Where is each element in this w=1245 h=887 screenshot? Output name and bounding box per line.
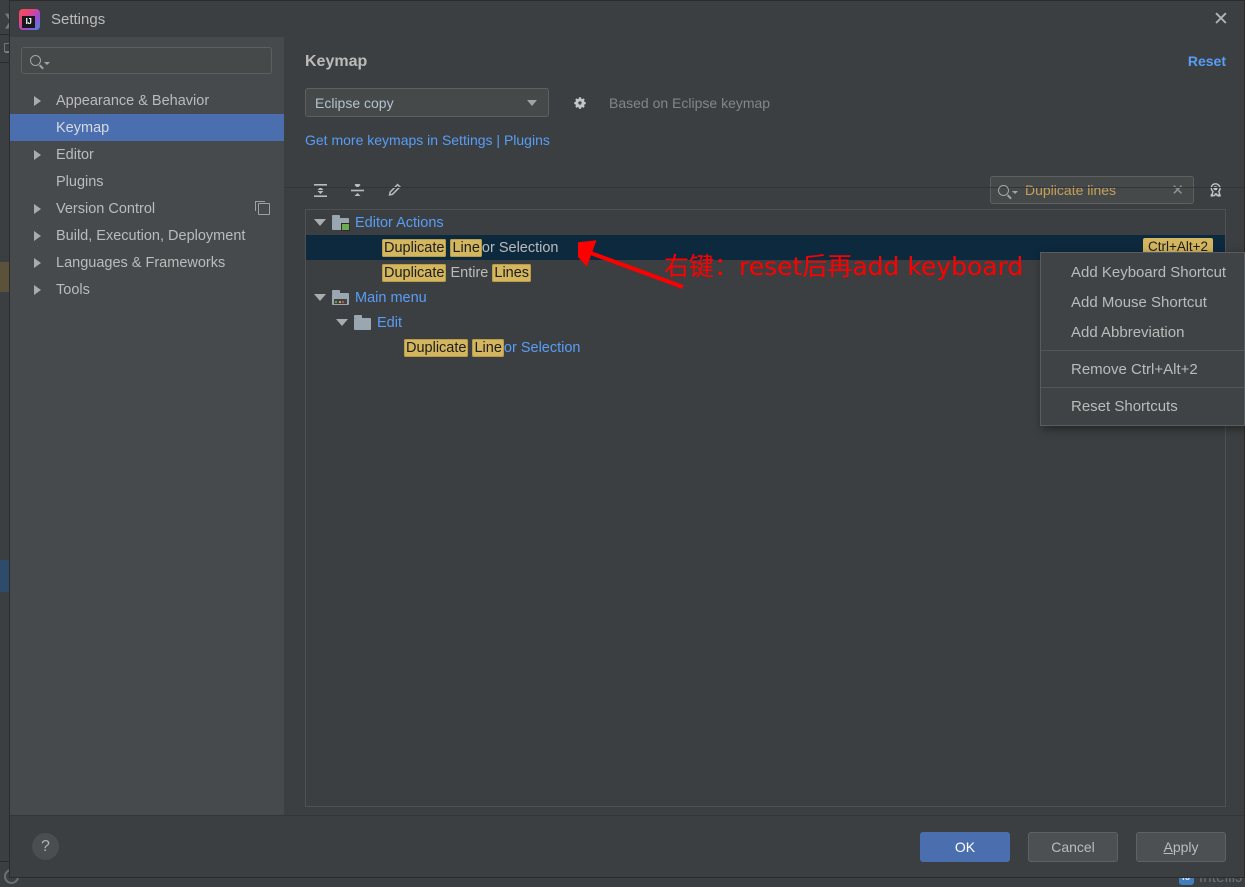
expand-all-icon[interactable]	[309, 179, 331, 201]
sidebar-item-label: Editor	[56, 146, 94, 163]
sidebar-item-keymap[interactable]: Keymap	[10, 114, 284, 141]
sidebar-item-label: Keymap	[56, 119, 110, 136]
chevron-down-icon[interactable]	[336, 319, 348, 326]
sidebar-item-label: Tools	[56, 281, 90, 298]
toolbar-right-group: Duplicate lines ✕	[990, 176, 1226, 204]
sidebar-item-label: Plugins	[56, 173, 104, 190]
panel-header: Keymap Reset	[305, 37, 1226, 71]
sidebar-nav: Appearance & Behavior Keymap Editor Plug…	[10, 87, 284, 303]
tree-node-label: Main menu	[355, 289, 427, 306]
shortcut-filter-value: Duplicate lines	[1025, 182, 1117, 198]
sidebar-item-version-control[interactable]: Version Control	[10, 195, 284, 222]
reset-link[interactable]: Reset	[1188, 53, 1226, 69]
divider	[1041, 350, 1244, 351]
chevron-down-icon[interactable]	[314, 294, 326, 301]
divider	[284, 187, 1244, 188]
context-menu-item-add-mouse-shortcut[interactable]: Add Mouse Shortcut	[1041, 287, 1244, 317]
sidebar-item-appearance-behavior[interactable]: Appearance & Behavior	[10, 87, 284, 114]
keymap-toolbar: Duplicate lines ✕	[305, 175, 1226, 205]
intellij-idea-logo-icon	[19, 8, 40, 30]
based-on-label: Based on Eclipse keymap	[609, 94, 771, 111]
context-menu[interactable]: Add Keyboard Shortcut Add Mouse Shortcut…	[1040, 252, 1245, 426]
keymap-select-value: Eclipse copy	[315, 94, 394, 111]
close-icon[interactable]: ✕	[1198, 1, 1244, 37]
chevron-down-icon	[527, 99, 537, 106]
dialog-titlebar: Settings ✕	[10, 1, 1244, 37]
settings-search-input[interactable]	[56, 52, 263, 69]
tree-node-label-part: Duplicate	[382, 263, 447, 282]
tree-node-label-part: Duplicate	[404, 338, 469, 357]
search-icon	[30, 55, 41, 66]
tree-node-label-part: or Selection	[481, 239, 559, 256]
context-menu-item-add-keyboard-shortcut[interactable]: Add Keyboard Shortcut	[1041, 257, 1244, 287]
tree-node-label-part: Line	[472, 338, 504, 357]
settings-sidebar: Appearance & Behavior Keymap Editor Plug…	[10, 37, 284, 815]
sidebar-item-build-execution-deployment[interactable]: Build, Execution, Deployment	[10, 222, 284, 249]
chevron-right-icon	[34, 257, 41, 268]
help-icon[interactable]: ?	[32, 833, 59, 860]
tree-node-label-part: Lines	[492, 263, 532, 282]
tree-row[interactable]: Editor Actions	[306, 210, 1225, 235]
sidebar-item-label: Languages & Frameworks	[56, 254, 226, 271]
sidebar-search-wrap	[10, 47, 284, 74]
chevron-right-icon	[34, 230, 41, 241]
chevron-down-icon[interactable]	[44, 61, 50, 65]
clear-icon[interactable]: ✕	[1169, 181, 1186, 199]
apply-button[interactable]: Apply	[1136, 831, 1226, 862]
tree-node-label-part: Line	[450, 238, 482, 257]
get-more-keymaps-link[interactable]: Get more keymaps in Settings | Plugins	[305, 132, 1226, 148]
dialog-footer: ? OK Cancel Apply	[10, 815, 1244, 877]
dialog-title: Settings	[51, 10, 106, 28]
sidebar-search-box[interactable]	[21, 47, 272, 74]
sidebar-item-label: Version Control	[56, 200, 156, 217]
settings-dialog: Settings ✕ Appearance & Behavior Keymap	[9, 0, 1245, 878]
main-menu-folder-icon	[332, 290, 349, 305]
find-by-shortcut-icon[interactable]	[1204, 179, 1226, 201]
toolbar-left-group	[305, 179, 405, 201]
tree-node-label-part: Duplicate	[382, 238, 447, 257]
chevron-down-icon[interactable]	[1012, 191, 1018, 194]
sidebar-item-label: Appearance & Behavior	[56, 92, 210, 109]
sidebar-item-plugins[interactable]: Plugins	[10, 168, 284, 195]
sidebar-item-tools[interactable]: Tools	[10, 276, 284, 303]
sidebar-item-label: Build, Execution, Deployment	[56, 227, 246, 244]
editor-actions-folder-icon	[332, 215, 350, 231]
tree-node-label-part: Entire	[446, 264, 493, 281]
tree-node-label: Edit	[377, 314, 402, 331]
sidebar-item-languages-frameworks[interactable]: Languages & Frameworks	[10, 249, 284, 276]
apply-button-rest: pply	[1172, 838, 1199, 855]
cancel-button[interactable]: Cancel	[1028, 831, 1118, 862]
folder-icon	[354, 315, 371, 330]
keymap-selector-row: Eclipse copy Based on Eclipse keymap	[305, 88, 1226, 117]
chevron-right-icon	[34, 203, 41, 214]
shortcut-filter-box[interactable]: Duplicate lines ✕	[990, 176, 1194, 204]
gear-icon[interactable]	[571, 94, 589, 112]
context-menu-item-remove-shortcut[interactable]: Remove Ctrl+Alt+2	[1041, 354, 1244, 384]
chevron-down-icon[interactable]	[314, 219, 326, 226]
ok-button[interactable]: OK	[920, 831, 1010, 862]
tree-node-label: Editor Actions	[355, 214, 444, 231]
search-icon	[998, 184, 1009, 196]
chevron-right-icon	[34, 149, 41, 160]
copy-icon	[255, 200, 270, 215]
chevron-right-icon	[34, 95, 41, 106]
chevron-right-icon	[34, 284, 41, 295]
divider	[1041, 387, 1244, 388]
context-menu-item-reset-shortcuts[interactable]: Reset Shortcuts	[1041, 391, 1244, 421]
context-menu-item-add-abbreviation[interactable]: Add Abbreviation	[1041, 317, 1244, 347]
page-title: Keymap	[305, 53, 368, 70]
keymap-select[interactable]: Eclipse copy	[305, 88, 549, 117]
sidebar-item-editor[interactable]: Editor	[10, 141, 284, 168]
pencil-edit-icon[interactable]	[383, 179, 405, 201]
collapse-all-icon[interactable]	[346, 179, 368, 201]
tree-node-label-part: or Selection	[503, 339, 581, 356]
dialog-body: Appearance & Behavior Keymap Editor Plug…	[10, 37, 1244, 815]
keymap-panel: Keymap Reset Eclipse copy Based on Eclip…	[284, 37, 1244, 815]
